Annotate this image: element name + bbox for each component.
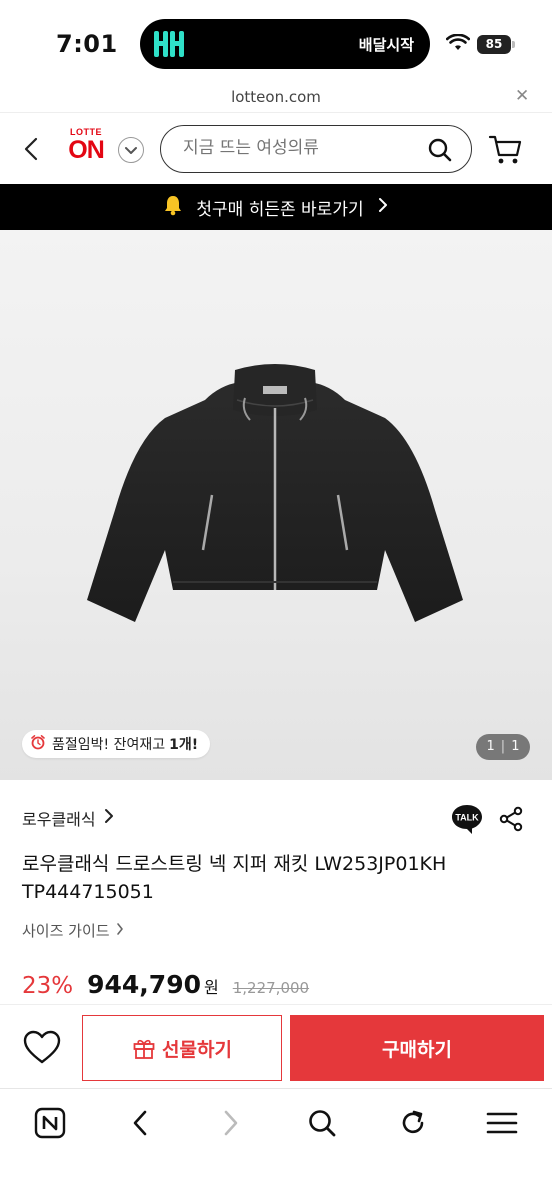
talk-icon[interactable]: TALK [450, 802, 484, 840]
url-bar[interactable]: lotteon.com ✕ [0, 84, 552, 112]
chevron-right-icon [104, 808, 114, 828]
share-icon[interactable] [498, 806, 524, 836]
dynamic-island[interactable]: 배달시작 [140, 19, 430, 69]
gift-icon [133, 1039, 155, 1059]
size-guide-link[interactable]: 사이즈 가이드 [22, 920, 124, 941]
chevron-right-icon [377, 196, 389, 219]
logo-main-text: ON [68, 136, 105, 164]
product-title-line1: 로우클래식 드로스트링 넥 지퍼 재킷 LW253JP01KH [22, 853, 447, 875]
bell-icon [163, 194, 183, 221]
forward-icon[interactable] [213, 1105, 249, 1141]
status-time: 7:01 [56, 30, 118, 58]
jacket-image [87, 364, 463, 622]
product-image-gallery[interactable]: 품절임박! 잔여재고 1개! 1 | 1 [0, 230, 552, 780]
live-activity-text: 배달시작 [358, 36, 414, 54]
discount-rate: 23% [22, 973, 74, 999]
naver-icon[interactable] [32, 1105, 68, 1141]
battery-icon: 85 [477, 35, 511, 54]
menu-icon[interactable] [484, 1105, 520, 1141]
stock-text: 품절임박! 잔여재고 [52, 737, 166, 753]
back-button[interactable] [20, 135, 44, 163]
brand-name: 로우클래식 [22, 810, 96, 829]
currency-unit: 원 [204, 978, 219, 997]
page-total: 1 [511, 739, 520, 754]
promo-banner[interactable]: 첫구매 히든존 바로가기 [0, 184, 552, 230]
buy-button[interactable]: 구매하기 [290, 1015, 544, 1081]
price-row: 23% 944,790 원 1,227,000 [22, 970, 309, 999]
url-text[interactable]: lotteon.com [0, 88, 552, 106]
lotte-on-logo[interactable]: LOTTE ON [62, 127, 110, 169]
product-title-line2: TP444715051 [22, 881, 154, 903]
chevron-down-icon[interactable] [118, 137, 144, 163]
back-icon[interactable] [122, 1105, 158, 1141]
delivery-app-icon [152, 27, 186, 61]
search-box[interactable] [160, 125, 472, 173]
gift-button[interactable]: 선물하기 [82, 1015, 282, 1081]
search-icon[interactable] [427, 137, 453, 167]
refresh-icon[interactable] [395, 1105, 431, 1141]
buy-label: 구매하기 [382, 1039, 452, 1061]
low-stock-badge: 품절임박! 잔여재고 1개! [22, 730, 211, 758]
gift-label: 선물하기 [162, 1039, 232, 1061]
search-icon[interactable] [304, 1105, 340, 1141]
stock-count: 1개! [169, 737, 199, 753]
size-guide-label: 사이즈 가이드 [22, 922, 110, 940]
search-input[interactable] [183, 138, 423, 158]
page-current: 1 [486, 739, 495, 754]
chevron-right-icon [116, 922, 124, 940]
battery-tip [512, 41, 515, 48]
wifi-icon [445, 33, 471, 56]
product-title: 로우클래식 드로스트링 넥 지퍼 재킷 LW253JP01KH TP444715… [22, 850, 522, 906]
site-header: LOTTE ON [0, 112, 552, 184]
promo-text: 첫구매 히든존 바로가기 [196, 200, 364, 220]
talk-label: TALK [455, 813, 479, 823]
status-bar: 7:01 배달시작 85 [0, 0, 552, 84]
image-page-indicator: 1 | 1 [476, 734, 530, 760]
brand-link[interactable]: 로우클래식 [22, 806, 114, 830]
browser-toolbar [0, 1088, 552, 1200]
wishlist-heart-icon[interactable] [22, 1029, 62, 1069]
cart-icon[interactable] [488, 131, 524, 171]
alarm-clock-icon [30, 734, 46, 754]
sale-price: 944,790 [87, 970, 201, 999]
close-icon[interactable]: ✕ [515, 86, 529, 106]
purchase-action-bar: 선물하기 구매하기 [0, 1004, 552, 1088]
original-price: 1,227,000 [232, 979, 310, 997]
